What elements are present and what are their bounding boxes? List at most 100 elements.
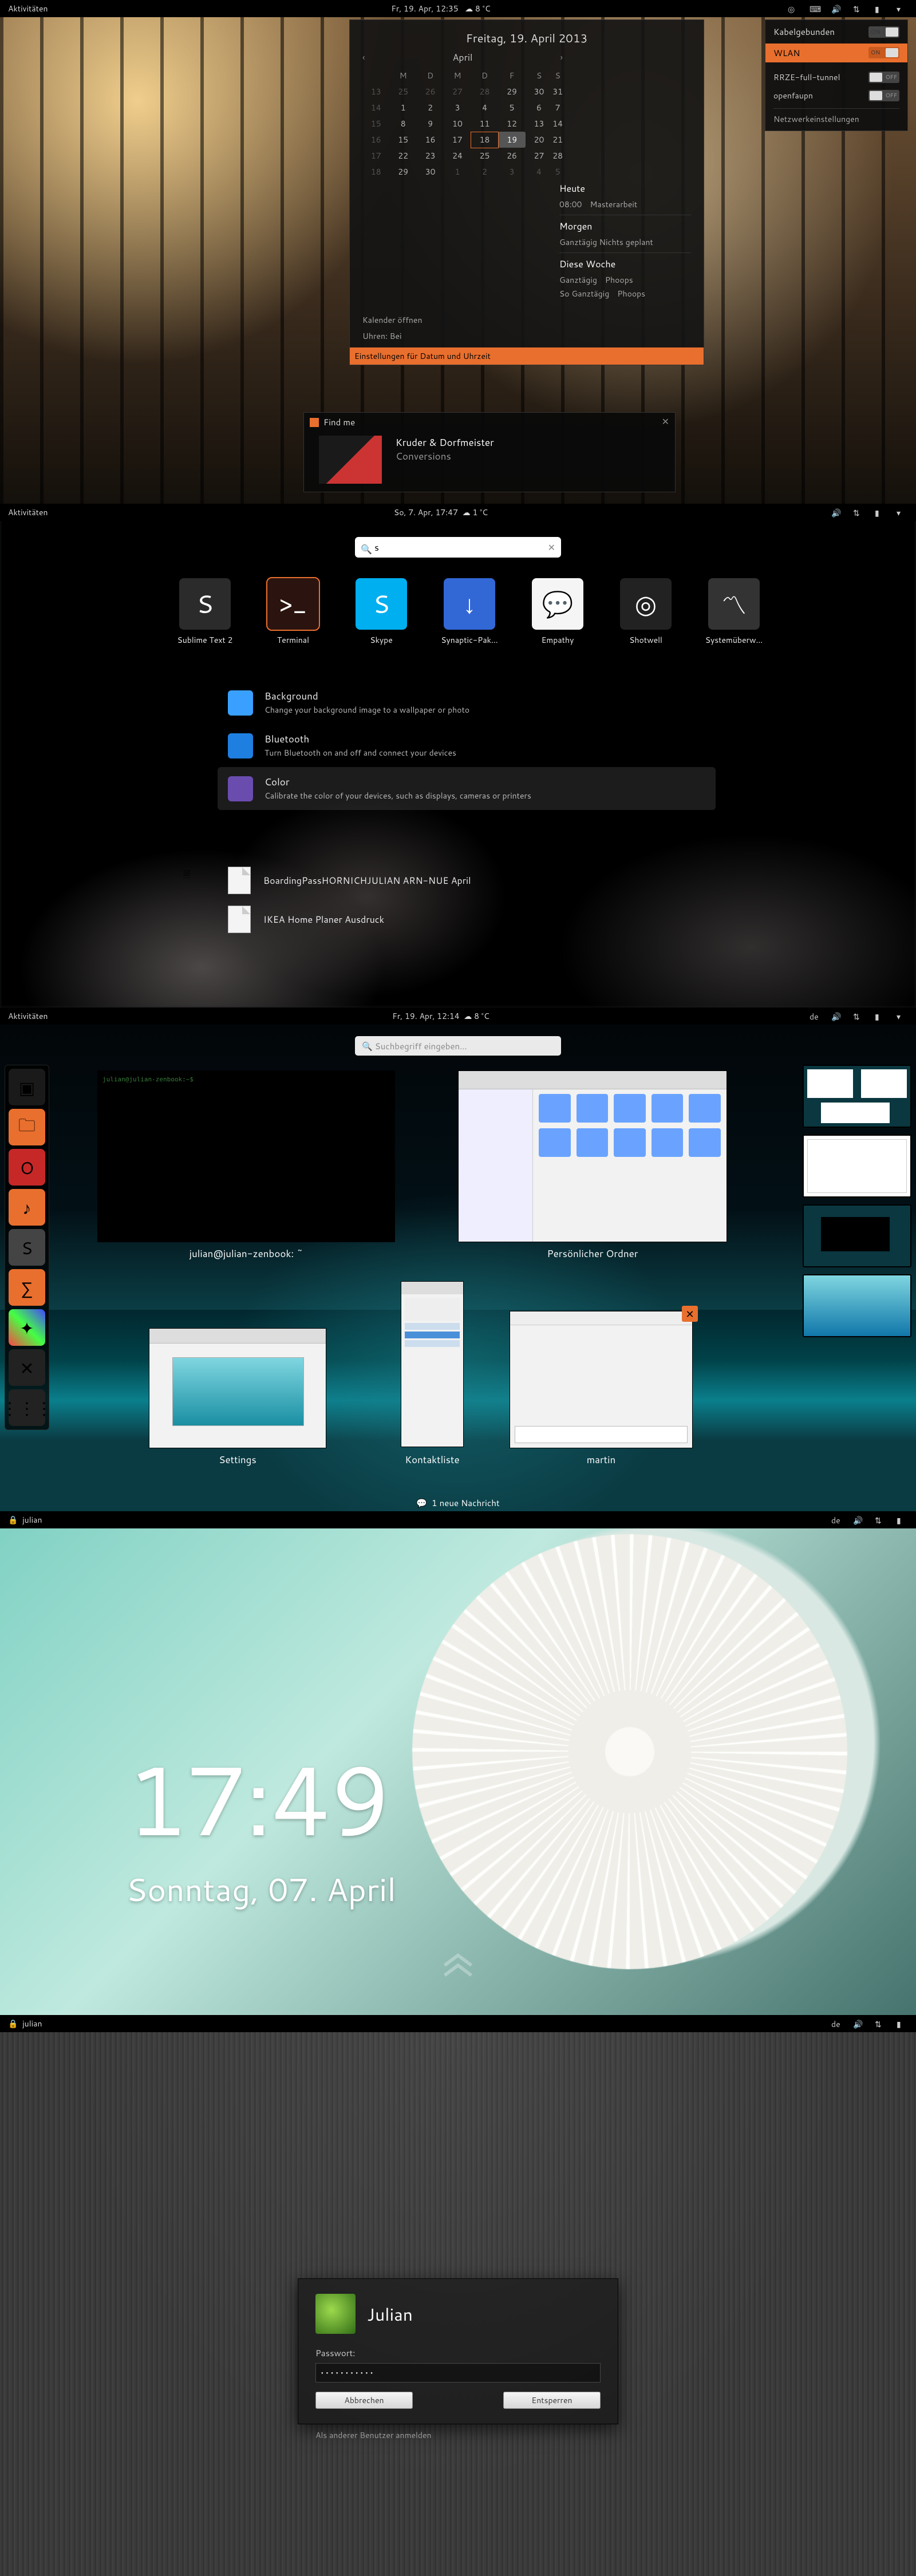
activities-button[interactable]: Aktivitäten [0,3,114,14]
clear-icon[interactable]: ✕ [548,541,555,554]
clock-button[interactable]: Fr, 19. Apr, 12:14 ☁ 8 °C [114,1010,767,1022]
dash-terminal[interactable]: ▣ [9,1069,45,1105]
calendar-day[interactable]: 28 [552,148,563,164]
next-month[interactable]: › [560,51,563,64]
calendar-day[interactable]: 22 [389,148,416,164]
calendar-day[interactable]: 28 [471,84,499,100]
unlock-button[interactable]: Entsperren [503,2392,601,2409]
volume-icon[interactable]: 🔊 [831,507,842,517]
app-terminal[interactable]: >_ Terminal [260,578,326,646]
calendar-day[interactable]: 25 [389,84,416,100]
battery-icon[interactable]: ▮ [875,507,885,517]
close-icon[interactable]: ✕ [682,1306,698,1322]
calendar-day[interactable]: 7 [552,100,563,116]
accessibility-icon[interactable]: ◎ [788,3,798,14]
dash-opera[interactable]: O [9,1149,45,1186]
network-icon[interactable]: ⇅ [853,3,863,14]
calendar-day[interactable]: 20 [526,132,552,148]
battery-icon[interactable]: ▮ [875,1011,885,1021]
calendar-day[interactable]: 10 [444,116,471,132]
calendar-day[interactable]: 21 [552,132,563,148]
search-field[interactable]: 🔍 ✕ [355,537,561,558]
vpn-toggle[interactable] [868,72,899,83]
calendar-day[interactable]: 26 [417,84,444,100]
app-system-berw-[interactable]: 〽 Systemüberw… [701,578,767,646]
activities-button[interactable]: Aktivitäten [0,1010,114,1022]
calendar-day[interactable]: 1 [444,164,471,180]
dash-calc[interactable]: ∑ [9,1269,45,1306]
volume-icon[interactable]: 🔊 [853,2018,863,2029]
show-clocks-link[interactable]: Uhren: Bei [362,328,691,344]
overview-search[interactable]: 🔍 Suchbegriff eingeben… [355,1036,561,1056]
calendar-day[interactable]: 27 [444,84,471,100]
file-result[interactable]: BoardingPassHORNICHJULIAN ARN-NUE April [218,861,716,900]
datetime-settings-link[interactable]: Einstellungen für Datum und Uhrzeit [350,347,704,365]
switch-user-link[interactable]: Als anderer Benutzer anmelden [315,2429,432,2441]
vpn-item[interactable]: RRZE-full-tunnel [773,68,899,86]
network-icon[interactable]: ⇅ [853,1011,863,1021]
window-terminal[interactable]: julian@julian-zenbook:~$ [97,1070,395,1242]
network-icon[interactable]: ⇅ [875,1515,885,1525]
volume-icon[interactable]: 🔊 [831,3,842,14]
user-menu-icon[interactable]: ▾ [897,507,907,517]
battery-icon[interactable]: ▮ [897,1515,907,1525]
calendar-day[interactable]: 12 [498,116,525,132]
app-shotwell[interactable]: ◎ Shotwell [613,578,679,646]
keyboard-layout-icon[interactable]: ⌨ [810,3,820,14]
calendar-day[interactable]: 13 [526,116,552,132]
network-settings-link[interactable]: Netzwerkeinstellungen [773,108,899,125]
calendar-day[interactable]: 11 [471,116,499,132]
app-empathy[interactable]: 💬 Empathy [524,578,591,646]
calendar-day[interactable]: 17 [444,132,471,148]
vpn-toggle[interactable] [868,90,899,101]
calendar-day[interactable]: 8 [389,116,416,132]
app-skype[interactable]: S Skype [348,578,414,646]
workspace-3[interactable] [803,1204,911,1267]
dash-files[interactable]: 🗀 [9,1109,45,1145]
user-menu-icon[interactable]: ▾ [897,3,907,14]
window-chat[interactable]: ✕ [510,1311,693,1448]
settings-item-background[interactable]: BackgroundChange your background image t… [218,681,716,724]
battery-icon[interactable]: ▮ [875,3,885,14]
calendar-day[interactable]: 27 [526,148,552,164]
message-tray[interactable]: 💬 1 neue Nachricht [416,1497,499,1509]
window-settings[interactable] [149,1328,326,1448]
clock-button[interactable]: Fr, 19. Apr, 12:35 ☁ 8 °C [114,3,767,14]
window-files[interactable] [458,1070,727,1242]
clock-button[interactable]: So, 7. Apr, 17:47 ☁ 1 °C [114,507,767,518]
wired-toggle[interactable] [868,26,899,38]
vpn-item[interactable]: openfaupn [773,86,899,105]
calendar-day[interactable]: 3 [444,100,471,116]
calendar-day[interactable]: 30 [526,84,552,100]
calendar-day[interactable]: 3 [498,164,525,180]
calendar-day[interactable]: 16 [417,132,444,148]
calendar-day[interactable]: 18 [471,132,499,148]
calendar-day[interactable]: 24 [444,148,471,164]
calendar-day[interactable]: 14 [552,116,563,132]
file-result[interactable]: IKEA Home Planer Ausdruck [218,900,716,939]
network-icon[interactable]: ⇅ [875,2018,885,2029]
calendar-day[interactable]: 29 [389,164,416,180]
search-input[interactable] [374,541,548,554]
workspace-switcher[interactable] [803,1065,911,1337]
calendar-day[interactable]: 30 [417,164,444,180]
calendar-grid[interactable]: MDMDFSS 13252627282930311412345671589101… [362,68,563,180]
lang-indicator[interactable]: de [831,2018,842,2029]
calendar-day[interactable]: 31 [552,84,563,100]
calendar-day[interactable]: 9 [417,116,444,132]
dash-sublime[interactable]: S [9,1229,45,1266]
app-sublime-text-2[interactable]: S Sublime Text 2 [172,578,238,646]
dash-music[interactable]: ♪ [9,1189,45,1226]
calendar-day[interactable]: 29 [498,84,525,100]
open-calendar-link[interactable]: Kalender öffnen [362,312,691,328]
workspace-1[interactable] [803,1065,911,1128]
window-contacts[interactable] [401,1281,464,1447]
workspace-4[interactable] [803,1274,911,1337]
volume-icon[interactable]: 🔊 [831,1011,842,1021]
calendar-day[interactable]: 2 [417,100,444,116]
prev-month[interactable]: ‹ [362,51,365,64]
password-input[interactable] [315,2363,601,2383]
unlock-hint-icon[interactable] [438,1949,478,1992]
calendar-day[interactable]: 5 [552,164,563,180]
settings-item-bluetooth[interactable]: BluetoothTurn Bluetooth on and off and c… [218,724,716,767]
